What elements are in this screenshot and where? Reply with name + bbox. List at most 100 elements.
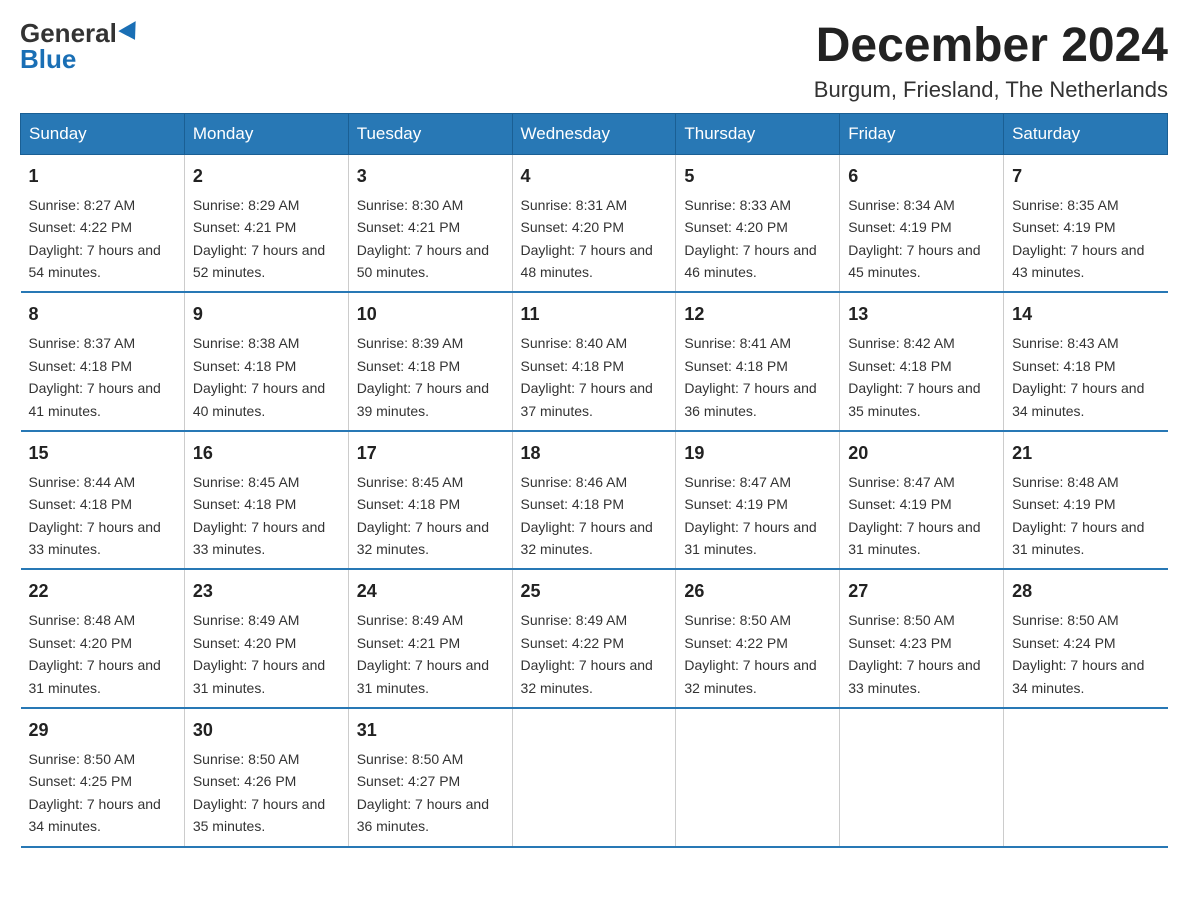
header-sunday: Sunday bbox=[21, 113, 185, 154]
day-number: 28 bbox=[1012, 578, 1159, 605]
day-info: Sunrise: 8:35 AMSunset: 4:19 PMDaylight:… bbox=[1012, 197, 1144, 280]
day-number: 5 bbox=[684, 163, 831, 190]
week-row-5: 29 Sunrise: 8:50 AMSunset: 4:25 PMDaylig… bbox=[21, 708, 1168, 847]
day-info: Sunrise: 8:39 AMSunset: 4:18 PMDaylight:… bbox=[357, 335, 489, 418]
calendar-cell: 17 Sunrise: 8:45 AMSunset: 4:18 PMDaylig… bbox=[348, 431, 512, 570]
calendar-cell: 15 Sunrise: 8:44 AMSunset: 4:18 PMDaylig… bbox=[21, 431, 185, 570]
day-number: 3 bbox=[357, 163, 504, 190]
day-number: 17 bbox=[357, 440, 504, 467]
day-info: Sunrise: 8:38 AMSunset: 4:18 PMDaylight:… bbox=[193, 335, 325, 418]
day-number: 30 bbox=[193, 717, 340, 744]
calendar-cell: 13 Sunrise: 8:42 AMSunset: 4:18 PMDaylig… bbox=[840, 292, 1004, 431]
calendar-cell bbox=[1004, 708, 1168, 847]
day-number: 9 bbox=[193, 301, 340, 328]
calendar-cell: 18 Sunrise: 8:46 AMSunset: 4:18 PMDaylig… bbox=[512, 431, 676, 570]
day-number: 25 bbox=[521, 578, 668, 605]
page-header: General Blue December 2024 Burgum, Fries… bbox=[20, 20, 1168, 103]
calendar-cell: 20 Sunrise: 8:47 AMSunset: 4:19 PMDaylig… bbox=[840, 431, 1004, 570]
day-number: 2 bbox=[193, 163, 340, 190]
calendar-cell: 8 Sunrise: 8:37 AMSunset: 4:18 PMDayligh… bbox=[21, 292, 185, 431]
calendar-table: Sunday Monday Tuesday Wednesday Thursday… bbox=[20, 113, 1168, 848]
day-info: Sunrise: 8:29 AMSunset: 4:21 PMDaylight:… bbox=[193, 197, 325, 280]
day-number: 27 bbox=[848, 578, 995, 605]
day-info: Sunrise: 8:31 AMSunset: 4:20 PMDaylight:… bbox=[521, 197, 653, 280]
calendar-cell: 1 Sunrise: 8:27 AMSunset: 4:22 PMDayligh… bbox=[21, 154, 185, 292]
day-number: 21 bbox=[1012, 440, 1159, 467]
day-info: Sunrise: 8:44 AMSunset: 4:18 PMDaylight:… bbox=[29, 474, 161, 557]
day-info: Sunrise: 8:45 AMSunset: 4:18 PMDaylight:… bbox=[357, 474, 489, 557]
day-info: Sunrise: 8:37 AMSunset: 4:18 PMDaylight:… bbox=[29, 335, 161, 418]
day-number: 26 bbox=[684, 578, 831, 605]
day-info: Sunrise: 8:49 AMSunset: 4:21 PMDaylight:… bbox=[357, 612, 489, 695]
day-number: 1 bbox=[29, 163, 176, 190]
day-info: Sunrise: 8:50 AMSunset: 4:24 PMDaylight:… bbox=[1012, 612, 1144, 695]
month-year-title: December 2024 bbox=[814, 20, 1168, 73]
calendar-cell: 28 Sunrise: 8:50 AMSunset: 4:24 PMDaylig… bbox=[1004, 569, 1168, 708]
calendar-cell: 12 Sunrise: 8:41 AMSunset: 4:18 PMDaylig… bbox=[676, 292, 840, 431]
day-info: Sunrise: 8:49 AMSunset: 4:20 PMDaylight:… bbox=[193, 612, 325, 695]
calendar-cell: 22 Sunrise: 8:48 AMSunset: 4:20 PMDaylig… bbox=[21, 569, 185, 708]
calendar-cell: 29 Sunrise: 8:50 AMSunset: 4:25 PMDaylig… bbox=[21, 708, 185, 847]
week-row-3: 15 Sunrise: 8:44 AMSunset: 4:18 PMDaylig… bbox=[21, 431, 1168, 570]
calendar-cell: 14 Sunrise: 8:43 AMSunset: 4:18 PMDaylig… bbox=[1004, 292, 1168, 431]
day-info: Sunrise: 8:43 AMSunset: 4:18 PMDaylight:… bbox=[1012, 335, 1144, 418]
header-thursday: Thursday bbox=[676, 113, 840, 154]
calendar-cell: 24 Sunrise: 8:49 AMSunset: 4:21 PMDaylig… bbox=[348, 569, 512, 708]
calendar-cell: 26 Sunrise: 8:50 AMSunset: 4:22 PMDaylig… bbox=[676, 569, 840, 708]
calendar-cell: 3 Sunrise: 8:30 AMSunset: 4:21 PMDayligh… bbox=[348, 154, 512, 292]
calendar-cell: 31 Sunrise: 8:50 AMSunset: 4:27 PMDaylig… bbox=[348, 708, 512, 847]
day-number: 14 bbox=[1012, 301, 1159, 328]
calendar-cell: 2 Sunrise: 8:29 AMSunset: 4:21 PMDayligh… bbox=[184, 154, 348, 292]
calendar-header: Sunday Monday Tuesday Wednesday Thursday… bbox=[21, 113, 1168, 154]
day-info: Sunrise: 8:46 AMSunset: 4:18 PMDaylight:… bbox=[521, 474, 653, 557]
day-number: 8 bbox=[29, 301, 176, 328]
day-info: Sunrise: 8:30 AMSunset: 4:21 PMDaylight:… bbox=[357, 197, 489, 280]
day-info: Sunrise: 8:47 AMSunset: 4:19 PMDaylight:… bbox=[848, 474, 980, 557]
calendar-cell: 30 Sunrise: 8:50 AMSunset: 4:26 PMDaylig… bbox=[184, 708, 348, 847]
week-row-2: 8 Sunrise: 8:37 AMSunset: 4:18 PMDayligh… bbox=[21, 292, 1168, 431]
day-number: 11 bbox=[521, 301, 668, 328]
calendar-cell: 25 Sunrise: 8:49 AMSunset: 4:22 PMDaylig… bbox=[512, 569, 676, 708]
day-info: Sunrise: 8:41 AMSunset: 4:18 PMDaylight:… bbox=[684, 335, 816, 418]
header-monday: Monday bbox=[184, 113, 348, 154]
day-number: 22 bbox=[29, 578, 176, 605]
calendar-cell: 7 Sunrise: 8:35 AMSunset: 4:19 PMDayligh… bbox=[1004, 154, 1168, 292]
calendar-cell: 23 Sunrise: 8:49 AMSunset: 4:20 PMDaylig… bbox=[184, 569, 348, 708]
day-number: 18 bbox=[521, 440, 668, 467]
logo-general-text: General bbox=[20, 20, 117, 46]
calendar-cell: 16 Sunrise: 8:45 AMSunset: 4:18 PMDaylig… bbox=[184, 431, 348, 570]
day-number: 31 bbox=[357, 717, 504, 744]
day-number: 13 bbox=[848, 301, 995, 328]
day-number: 12 bbox=[684, 301, 831, 328]
day-number: 24 bbox=[357, 578, 504, 605]
day-number: 4 bbox=[521, 163, 668, 190]
header-tuesday: Tuesday bbox=[348, 113, 512, 154]
calendar-cell: 9 Sunrise: 8:38 AMSunset: 4:18 PMDayligh… bbox=[184, 292, 348, 431]
logo-blue-text: Blue bbox=[20, 46, 76, 72]
week-row-4: 22 Sunrise: 8:48 AMSunset: 4:20 PMDaylig… bbox=[21, 569, 1168, 708]
calendar-cell: 19 Sunrise: 8:47 AMSunset: 4:19 PMDaylig… bbox=[676, 431, 840, 570]
calendar-cell bbox=[676, 708, 840, 847]
day-info: Sunrise: 8:47 AMSunset: 4:19 PMDaylight:… bbox=[684, 474, 816, 557]
calendar-body: 1 Sunrise: 8:27 AMSunset: 4:22 PMDayligh… bbox=[21, 154, 1168, 846]
logo: General Blue bbox=[20, 20, 141, 72]
day-number: 19 bbox=[684, 440, 831, 467]
calendar-cell: 11 Sunrise: 8:40 AMSunset: 4:18 PMDaylig… bbox=[512, 292, 676, 431]
calendar-cell: 21 Sunrise: 8:48 AMSunset: 4:19 PMDaylig… bbox=[1004, 431, 1168, 570]
day-info: Sunrise: 8:50 AMSunset: 4:27 PMDaylight:… bbox=[357, 751, 489, 834]
day-number: 20 bbox=[848, 440, 995, 467]
day-number: 7 bbox=[1012, 163, 1159, 190]
day-info: Sunrise: 8:34 AMSunset: 4:19 PMDaylight:… bbox=[848, 197, 980, 280]
week-row-1: 1 Sunrise: 8:27 AMSunset: 4:22 PMDayligh… bbox=[21, 154, 1168, 292]
day-number: 15 bbox=[29, 440, 176, 467]
logo-triangle-icon bbox=[118, 21, 143, 45]
day-info: Sunrise: 8:48 AMSunset: 4:20 PMDaylight:… bbox=[29, 612, 161, 695]
day-info: Sunrise: 8:45 AMSunset: 4:18 PMDaylight:… bbox=[193, 474, 325, 557]
calendar-cell bbox=[512, 708, 676, 847]
calendar-cell: 4 Sunrise: 8:31 AMSunset: 4:20 PMDayligh… bbox=[512, 154, 676, 292]
day-info: Sunrise: 8:40 AMSunset: 4:18 PMDaylight:… bbox=[521, 335, 653, 418]
day-number: 6 bbox=[848, 163, 995, 190]
day-info: Sunrise: 8:50 AMSunset: 4:26 PMDaylight:… bbox=[193, 751, 325, 834]
calendar-cell: 5 Sunrise: 8:33 AMSunset: 4:20 PMDayligh… bbox=[676, 154, 840, 292]
day-number: 23 bbox=[193, 578, 340, 605]
